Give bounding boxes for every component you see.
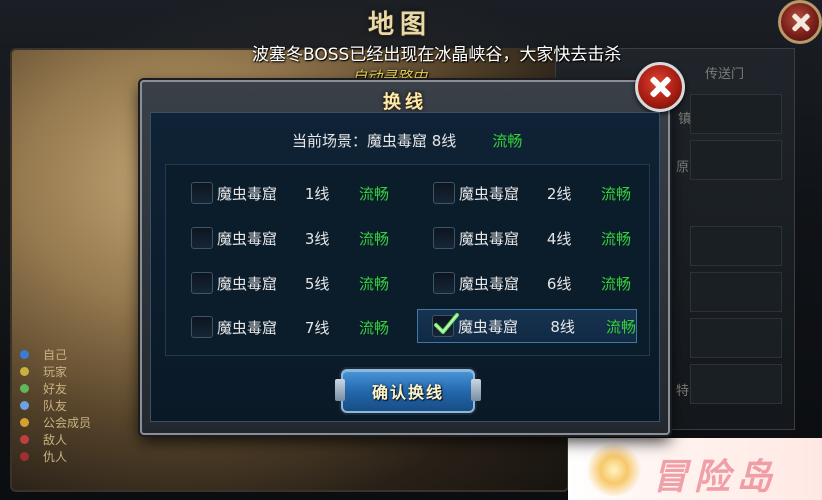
line-option-6[interactable]: 魔虫毒窟 6线 流畅: [409, 267, 631, 299]
legend-label: 玩家: [43, 365, 68, 379]
legend-item: 公会成员: [20, 414, 91, 431]
site-watermark: 冒险岛: [568, 438, 822, 500]
line-option-8[interactable]: 魔虫毒窟 8线 流畅: [417, 309, 637, 343]
legend-dot-icon: [20, 401, 29, 410]
legend-label: 公会成员: [43, 416, 92, 430]
map-panel-row[interactable]: [690, 226, 782, 266]
line-option-5[interactable]: 魔虫毒窟 5线 流畅: [167, 267, 389, 299]
line-checkbox[interactable]: [433, 227, 455, 249]
map-panel-row[interactable]: [690, 364, 782, 404]
legend-dot-icon: [20, 350, 29, 359]
checkmark-icon: [434, 313, 459, 334]
line-name: 魔虫毒窟: [459, 184, 520, 203]
line-name: 魔虫毒窟: [459, 229, 520, 248]
line-number: 6线: [546, 274, 572, 293]
line-name: 魔虫毒窟: [217, 274, 278, 293]
watermark-text: 冒险岛: [652, 457, 779, 498]
legend-label: 仇人: [43, 450, 68, 464]
line-option-4[interactable]: 魔虫毒窟 4线 流畅: [409, 222, 631, 254]
legend-item: 队友: [20, 397, 91, 414]
line-status: 流畅: [358, 318, 389, 337]
map-close-icon[interactable]: [778, 0, 822, 44]
line-name: 魔虫毒窟: [458, 317, 519, 336]
line-status: 流畅: [600, 229, 631, 248]
watermark-glow-icon: [586, 444, 642, 496]
line-number: 4线: [546, 229, 572, 248]
confirm-change-line-button[interactable]: 确认换线: [335, 369, 481, 413]
dialog-title: 换线: [383, 92, 427, 113]
line-status: 流畅: [358, 229, 389, 248]
legend-item: 自己: [20, 346, 91, 363]
line-checkbox[interactable]: [433, 272, 455, 294]
legend-dot-icon: [20, 367, 29, 376]
close-icon[interactable]: [635, 62, 685, 112]
line-number: 3线: [304, 229, 330, 248]
line-checkbox[interactable]: [191, 182, 213, 204]
line-status: 流畅: [600, 184, 631, 203]
current-scene: 当前场景：魔虫毒窟 8线 流畅: [292, 130, 522, 151]
map-panel-label: 原: [676, 160, 690, 175]
map-panel-label: 镇: [678, 112, 692, 127]
line-number: 5线: [304, 274, 330, 293]
line-status: 流畅: [358, 184, 389, 203]
map-legend: 自己 玩家 好友 队友 公会成员 敌人 仇人: [20, 346, 91, 465]
map-panel-label: 特: [676, 384, 690, 399]
line-name: 魔虫毒窟: [217, 318, 278, 337]
line-status: 流畅: [358, 274, 389, 293]
line-status: 流畅: [605, 317, 636, 336]
line-checkbox[interactable]: [191, 227, 213, 249]
map-panel-row[interactable]: [690, 318, 782, 358]
line-number: 2线: [546, 184, 572, 203]
line-option-7[interactable]: 魔虫毒窟 7线 流畅: [167, 311, 389, 343]
line-number: 7线: [304, 318, 330, 337]
map-window-title: 地图: [367, 10, 432, 40]
legend-label: 队友: [43, 399, 68, 413]
map-panel-label: 传送门: [705, 67, 745, 82]
button-left-ornament-icon: [335, 379, 345, 401]
legend-item: 仇人: [20, 448, 91, 465]
legend-dot-icon: [20, 435, 29, 444]
legend-dot-icon: [20, 384, 29, 393]
current-scene-label: 当前场景：魔虫毒窟 8线: [292, 132, 457, 150]
line-name: 魔虫毒窟: [459, 274, 520, 293]
map-panel-row[interactable]: [690, 94, 782, 134]
line-status: 流畅: [600, 274, 631, 293]
line-option-2[interactable]: 魔虫毒窟 2线 流畅: [409, 177, 631, 209]
map-panel-row[interactable]: [690, 272, 782, 312]
legend-dot-icon: [20, 418, 29, 427]
system-announcement: 波塞冬BOSS已经出现在冰晶峡谷，大家快去击杀: [252, 45, 622, 65]
legend-label: 自己: [43, 348, 68, 362]
line-option-3[interactable]: 魔虫毒窟 3线 流畅: [167, 222, 389, 254]
line-name: 魔虫毒窟: [217, 229, 278, 248]
legend-label: 敌人: [43, 433, 68, 447]
line-checkbox[interactable]: [433, 182, 455, 204]
line-number: 1线: [304, 184, 330, 203]
legend-dot-icon: [20, 452, 29, 461]
line-checkbox[interactable]: [191, 272, 213, 294]
line-option-1[interactable]: 魔虫毒窟 1线 流畅: [167, 177, 389, 209]
legend-label: 好友: [43, 382, 68, 396]
line-checkbox-checked[interactable]: [432, 313, 459, 337]
legend-item: 玩家: [20, 363, 91, 380]
legend-item: 好友: [20, 380, 91, 397]
line-name: 魔虫毒窟: [217, 184, 278, 203]
button-right-ornament-icon: [471, 379, 481, 401]
legend-item: 敌人: [20, 431, 91, 448]
confirm-button-label: 确认换线: [371, 383, 444, 402]
map-panel-row[interactable]: [690, 140, 782, 180]
line-checkbox[interactable]: [191, 316, 213, 338]
current-scene-status: 流畅: [492, 132, 523, 150]
line-number: 8线: [550, 317, 575, 336]
